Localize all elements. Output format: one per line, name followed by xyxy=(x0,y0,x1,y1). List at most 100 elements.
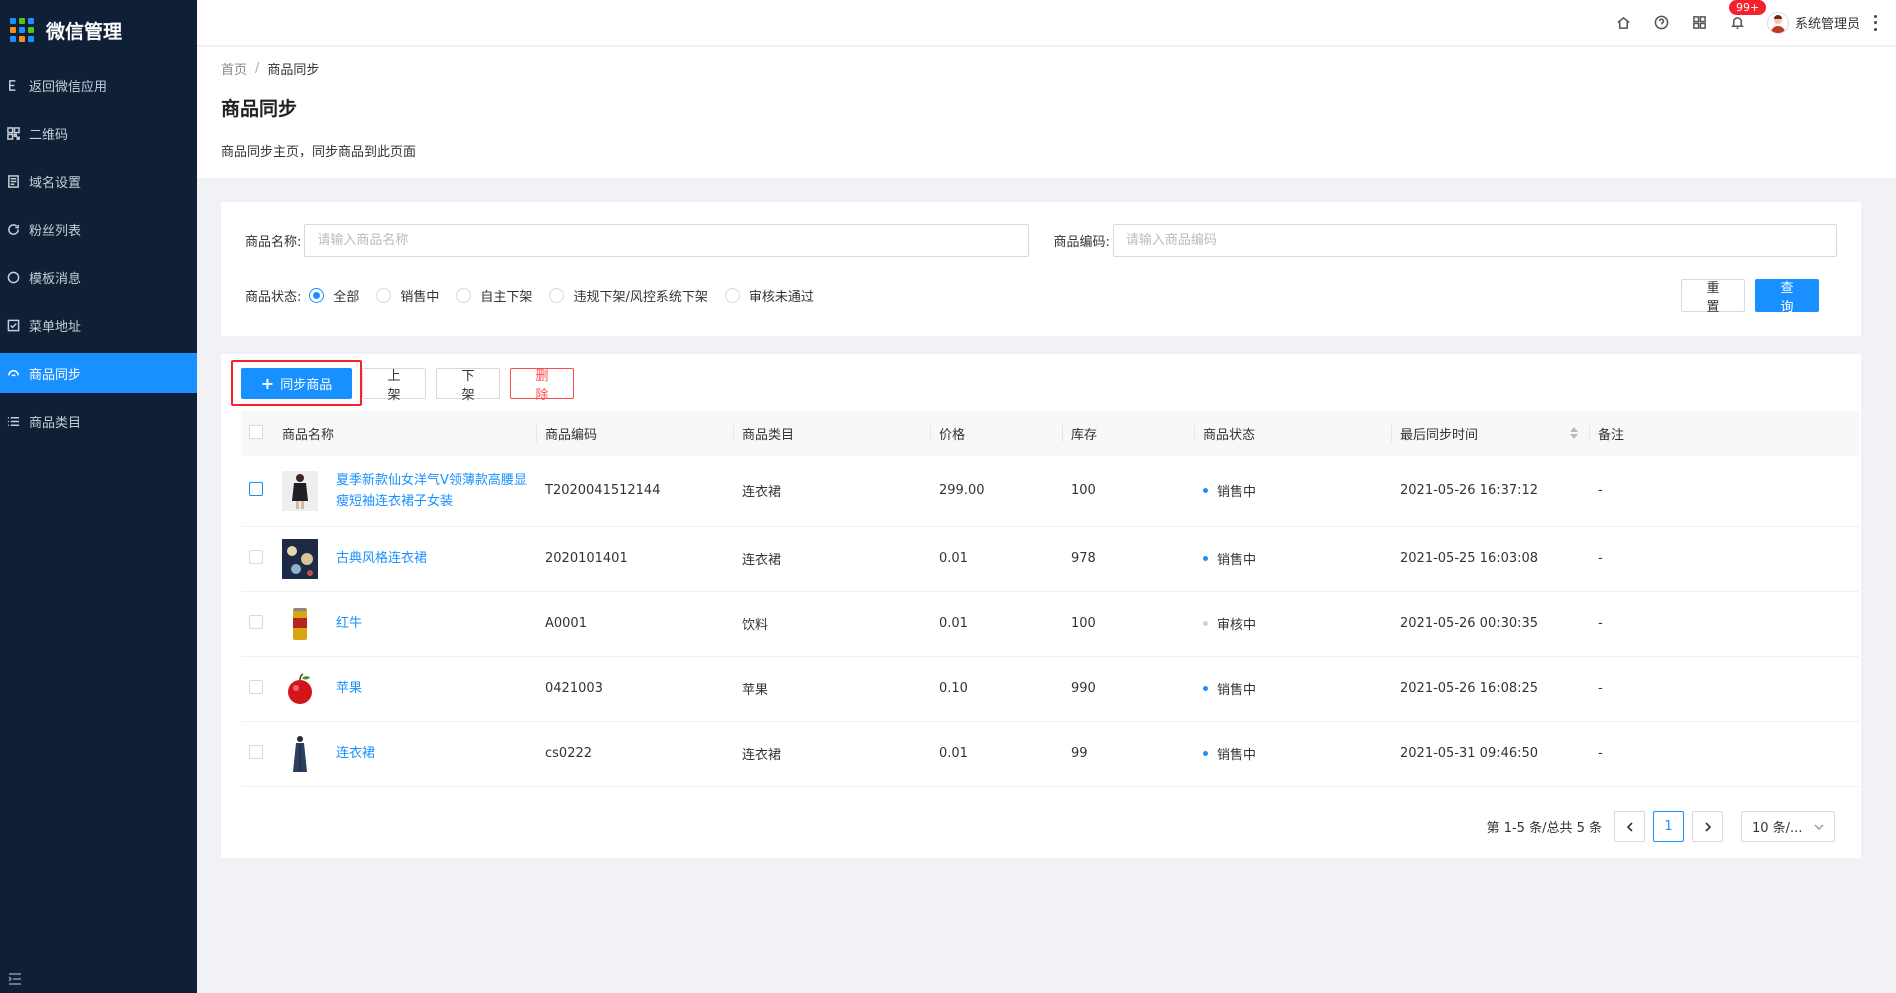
chevron-left-icon xyxy=(1626,821,1633,832)
product-category: 连衣裙 xyxy=(734,526,931,592)
product-name-link[interactable]: 夏季新款仙女洋气V领薄款高腰显瘦短袖连衣裙子女装 xyxy=(336,470,537,512)
sidebar-item-fans[interactable]: 粉丝列表 xyxy=(0,209,197,249)
remark: - xyxy=(1590,721,1859,787)
product-category: 苹果 xyxy=(734,656,931,722)
radio-label: 销售中 xyxy=(400,290,440,305)
page-size-select[interactable]: 10 条/... xyxy=(1741,811,1835,842)
row-checkbox[interactable] xyxy=(249,481,263,496)
status-dot xyxy=(1203,621,1208,626)
column-header-label: 最后同步时间 xyxy=(1400,428,1479,443)
sidebar-item-qrcode[interactable]: 二维码 xyxy=(0,113,197,153)
status-radio-on-sale[interactable]: 销售中 xyxy=(376,286,439,305)
product-category: 饮料 xyxy=(734,591,931,657)
table-header-row: 商品名称 商品编码 商品类目 价格 库存 商品状态 最后同步时间 备注 xyxy=(241,411,1859,456)
product-name-link[interactable]: 古典风格连衣裙 xyxy=(336,548,427,569)
product-stock: 99 xyxy=(1063,721,1195,787)
product-code-input[interactable] xyxy=(1112,224,1837,257)
radio-label: 违规下架/风控系统下架 xyxy=(573,290,708,305)
sidebar-item-back[interactable]: 返回微信应用 xyxy=(0,65,197,105)
sync-icon xyxy=(6,366,20,380)
column-header: 商品类目 xyxy=(734,411,931,456)
status-dot xyxy=(1203,751,1208,756)
sync-time: 2021-05-31 09:46:50 xyxy=(1392,721,1590,787)
row-checkbox[interactable] xyxy=(249,614,263,629)
home-icon[interactable] xyxy=(1615,14,1633,32)
status-dot xyxy=(1203,686,1208,691)
chevron-down-icon xyxy=(1814,824,1824,830)
help-icon[interactable] xyxy=(1653,14,1671,32)
on-shelf-button[interactable]: 上 架 xyxy=(362,368,426,403)
long-dress-thumb xyxy=(282,733,318,774)
list-icon xyxy=(6,414,20,428)
column-header: 商品状态 xyxy=(1195,411,1392,456)
status-text: 审核中 xyxy=(1217,618,1257,633)
sidebar-item-menu-url[interactable]: 菜单地址 xyxy=(0,305,197,345)
delete-button[interactable]: 删 除 xyxy=(510,368,574,403)
sync-time: 2021-05-25 16:03:08 xyxy=(1392,526,1590,592)
product-price: 299.00 xyxy=(931,456,1063,527)
product-category: 连衣裙 xyxy=(734,456,931,527)
sidebar-item-label: 模板消息 xyxy=(29,271,82,287)
sidebar-item-product-category[interactable]: 商品类目 xyxy=(0,401,197,441)
search-form: 商品名称: 商品编码: 商品状态: 全部 销售中 自主下架 违规下架/风控系统下… xyxy=(221,202,1861,336)
page-title: 商品同步 xyxy=(221,98,298,120)
status-radio-self-off[interactable]: 自主下架 xyxy=(456,286,532,305)
refresh-icon xyxy=(6,222,20,236)
table-row: 连衣裙 cs0222 连衣裙 0.01 99 销售中 2021-05-31 09… xyxy=(241,721,1859,787)
pagination-total: 第 1-5 条/总共 5 条 xyxy=(1486,821,1602,836)
select-all-checkbox[interactable] xyxy=(249,424,263,439)
brand[interactable]: 微信管理 xyxy=(0,0,197,60)
product-code-label: 商品编码: xyxy=(1053,235,1110,250)
product-stock: 100 xyxy=(1063,456,1195,527)
status-badge: 审核中 xyxy=(1203,614,1256,633)
prev-page-button[interactable] xyxy=(1614,811,1645,842)
menu-check-icon xyxy=(6,318,20,332)
product-name-link[interactable]: 连衣裙 xyxy=(336,743,375,764)
apps-icon[interactable] xyxy=(1691,14,1709,32)
sort-icon[interactable] xyxy=(1570,426,1578,440)
status-radio-violation-off[interactable]: 违规下架/风控系统下架 xyxy=(549,286,708,305)
more-vertical-icon[interactable] xyxy=(1874,14,1878,31)
row-checkbox[interactable] xyxy=(249,744,263,759)
dress-black-thumb xyxy=(282,470,318,511)
sidebar-item-product-sync[interactable]: 商品同步 xyxy=(0,353,197,393)
product-stock: 978 xyxy=(1063,526,1195,592)
bell-icon[interactable]: 99+ xyxy=(1728,0,1767,32)
remark: - xyxy=(1590,456,1859,527)
radio-label: 全部 xyxy=(333,290,360,305)
page-button-1[interactable]: 1 xyxy=(1653,811,1684,842)
back-icon xyxy=(6,78,20,92)
status-badge: 销售中 xyxy=(1203,481,1256,500)
reset-button[interactable]: 重 置 xyxy=(1681,279,1745,315)
sidebar-item-domain[interactable]: 域名设置 xyxy=(0,161,197,201)
remark: - xyxy=(1590,526,1859,592)
product-price: 0.01 xyxy=(931,721,1063,787)
row-checkbox[interactable] xyxy=(249,679,263,694)
breadcrumb-home[interactable]: 首页 xyxy=(221,59,247,78)
top-header: 99+ 系统管理员 xyxy=(197,0,1896,46)
off-shelf-button[interactable]: 下 架 xyxy=(436,368,500,403)
sidebar-item-label: 菜单地址 xyxy=(29,319,82,335)
product-stock: 100 xyxy=(1063,591,1195,657)
column-header-sortable[interactable]: 最后同步时间 xyxy=(1392,411,1590,456)
product-name-link[interactable]: 红牛 xyxy=(336,613,362,634)
status-text: 销售中 xyxy=(1217,553,1257,568)
next-page-button[interactable] xyxy=(1692,811,1723,842)
status-text: 销售中 xyxy=(1217,683,1257,698)
query-button[interactable]: 查 询 xyxy=(1755,279,1819,315)
highlight-box xyxy=(231,360,362,406)
chevron-right-icon xyxy=(1704,821,1711,832)
row-checkbox[interactable] xyxy=(249,549,263,564)
user-menu[interactable]: 系统管理员 xyxy=(1766,11,1860,34)
product-name-input[interactable] xyxy=(304,224,1029,257)
product-category: 连衣裙 xyxy=(734,721,931,787)
product-name-link[interactable]: 苹果 xyxy=(336,678,362,699)
product-price: 0.10 xyxy=(931,656,1063,722)
breadcrumb-current: 商品同步 xyxy=(267,63,320,78)
status-radio-rejected[interactable]: 审核未通过 xyxy=(724,286,814,305)
product-table-card: + 同步商品 上 架 下 架 删 除 商品名称 商品编码 商品类目 价格 库存 … xyxy=(221,354,1861,858)
collapse-menu-icon[interactable] xyxy=(8,973,22,985)
status-radio-all[interactable]: 全部 xyxy=(309,286,359,305)
sidebar-item-template[interactable]: 模板消息 xyxy=(0,257,197,297)
breadcrumb-separator: / xyxy=(255,61,260,76)
